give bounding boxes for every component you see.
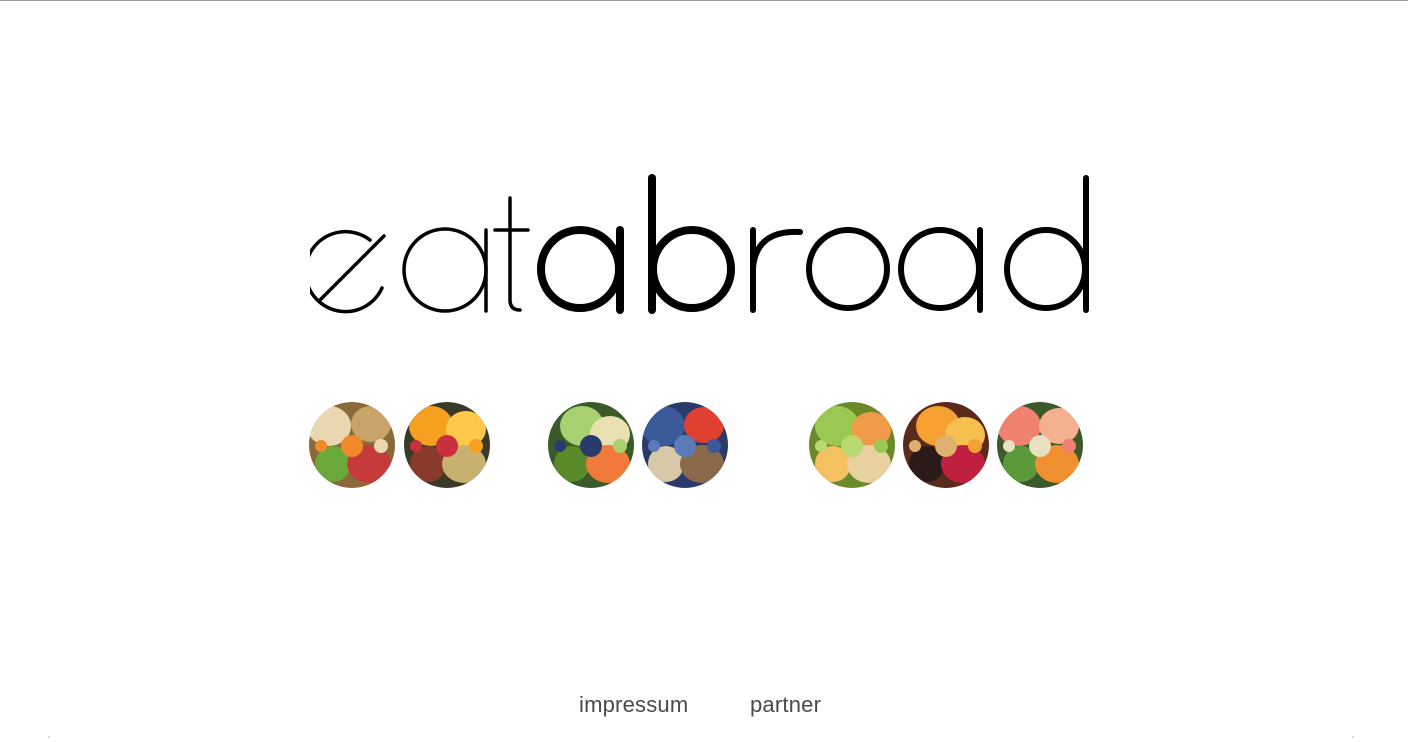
- impressum-link[interactable]: impressum: [579, 692, 688, 718]
- corner-mark-right: [1352, 736, 1354, 738]
- food-circle-5[interactable]: [809, 402, 895, 488]
- food-circle-4[interactable]: [642, 402, 728, 488]
- top-border: [0, 0, 1408, 1]
- logo-letter-o: [806, 227, 890, 311]
- food-image-icon: [404, 402, 490, 488]
- food-circles-row: [0, 0, 1408, 742]
- food-circle-1[interactable]: [309, 402, 395, 488]
- food-circle-6[interactable]: [903, 402, 989, 488]
- logo-letter-t: [493, 196, 530, 312]
- logo-letter-a-3: [898, 227, 983, 313]
- logo-letter-a-1: [402, 227, 488, 313]
- corner-mark-left: [48, 736, 50, 738]
- food-circle-3[interactable]: [548, 402, 634, 488]
- brand-logo[interactable]: [310, 170, 1100, 320]
- food-circle-7[interactable]: [997, 402, 1083, 488]
- footer-nav: impressum partner: [0, 692, 1408, 722]
- logo-letter-r: [750, 227, 803, 313]
- food-image-icon: [642, 402, 728, 488]
- food-image-icon: [548, 402, 634, 488]
- logo-letter-b: [648, 174, 735, 314]
- logo-letter-d: [1004, 175, 1089, 313]
- food-image-icon: [309, 402, 395, 488]
- logo-letter-e: [310, 229, 386, 314]
- food-image-icon: [809, 402, 895, 488]
- logo-letter-a-2: [537, 226, 624, 314]
- partner-link[interactable]: partner: [750, 692, 821, 718]
- page: impressum partner: [0, 0, 1408, 742]
- food-circle-2[interactable]: [404, 402, 490, 488]
- food-image-icon: [903, 402, 989, 488]
- food-image-icon: [997, 402, 1083, 488]
